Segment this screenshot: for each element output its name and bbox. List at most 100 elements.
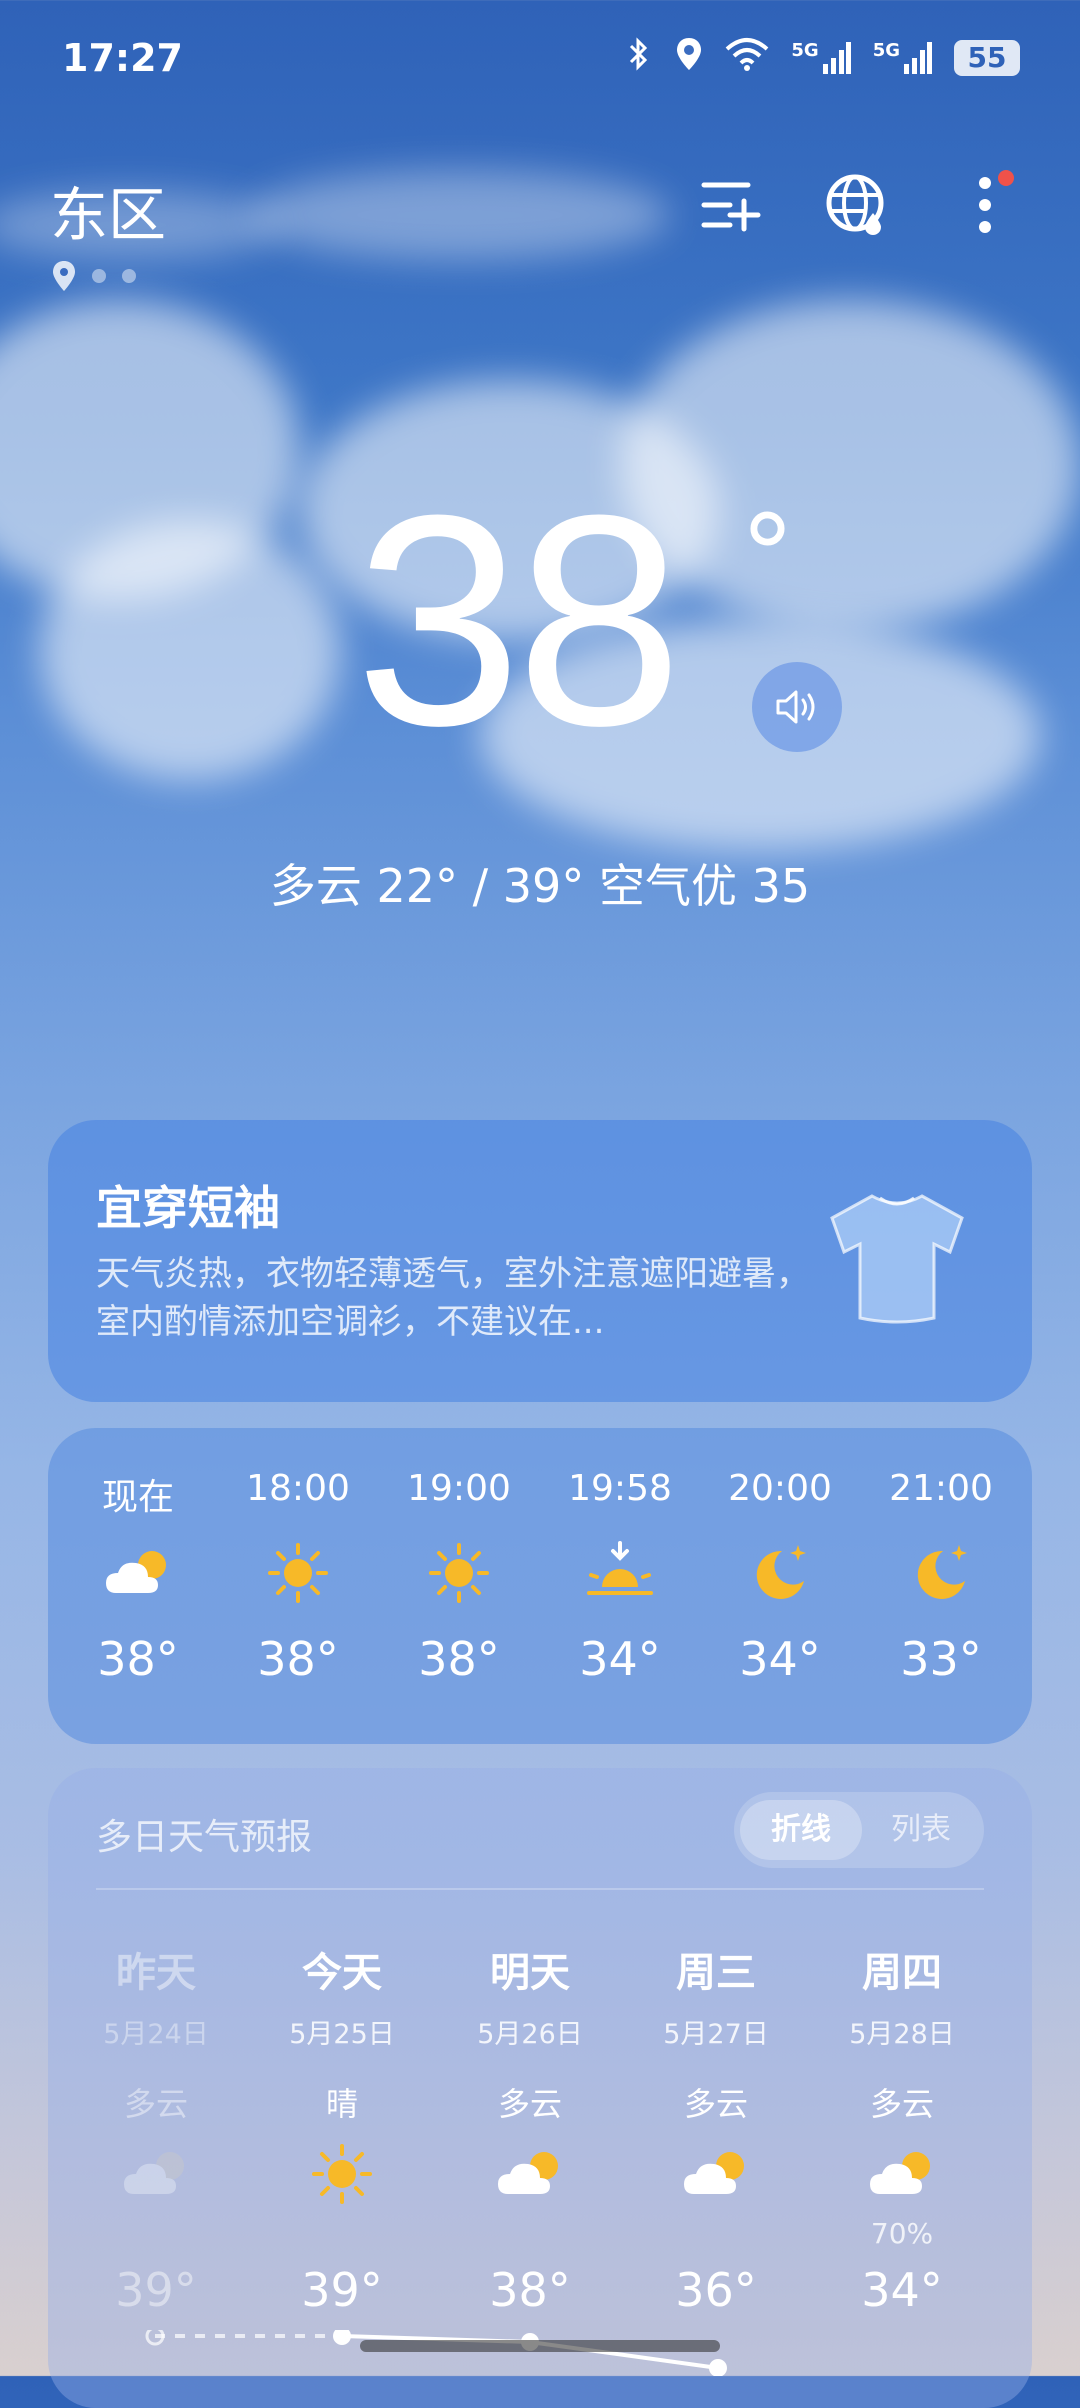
hour-time: 现在 — [101, 1477, 174, 1518]
day-condition: 多云 — [683, 2085, 748, 2123]
moon-icon — [861, 1538, 1021, 1608]
hourly-item: 现在 38° — [58, 1468, 218, 1686]
day-name: 昨天 — [116, 1950, 196, 1996]
home-indicator[interactable] — [360, 2340, 720, 2352]
hour-time: 19:58 — [568, 1468, 672, 1509]
multi-day-title: 多日天气预报 — [96, 1817, 313, 1858]
partly-cloudy-icon — [440, 2139, 620, 2209]
speaker-icon — [776, 690, 815, 724]
partly-cloudy-icon — [66, 2139, 246, 2209]
hourly-forecast-card[interactable]: 现在 38° 18:00 38° 19:00 38° 19:58 34° 20:… — [48, 1428, 1032, 1744]
globe-button[interactable] — [822, 170, 892, 240]
add-city-button[interactable] — [696, 170, 766, 240]
voice-broadcast-button[interactable] — [752, 662, 842, 752]
hour-temperature: 34° — [579, 1632, 661, 1686]
hourly-item: 20:00 34° — [700, 1468, 860, 1686]
view-toggle: 折线 列表 — [734, 1792, 984, 1868]
day-condition: 多云 — [497, 2085, 562, 2123]
current-temperature: 38 — [355, 452, 683, 788]
hour-temperature: 38° — [257, 1632, 339, 1686]
status-time: 17:27 — [62, 36, 183, 80]
day-date: 5月28日 — [849, 2019, 955, 2050]
partly-cloudy-icon — [626, 2139, 806, 2209]
hourly-item: 18:00 38° — [218, 1468, 378, 1686]
hour-time: 20:00 — [728, 1468, 832, 1509]
pager-dot — [92, 269, 106, 283]
hour-temperature: 38° — [97, 1632, 179, 1686]
day-precipitation — [252, 2217, 432, 2257]
sun-icon — [252, 2139, 432, 2209]
current-weather: 38 ° — [0, 470, 1080, 790]
day-date: 5月25日 — [289, 2019, 395, 2050]
sun-icon — [218, 1538, 378, 1608]
day-name: 明天 — [490, 1950, 570, 1996]
day-precipitation — [440, 2217, 620, 2257]
day-name: 周三 — [676, 1950, 756, 1996]
more-button[interactable] — [950, 170, 1020, 240]
current-location-icon — [53, 261, 75, 291]
divider — [96, 1888, 984, 1890]
city-pager — [52, 260, 136, 292]
outfit-title: 宜穿短袖 — [96, 1181, 280, 1235]
location-icon — [675, 36, 703, 80]
partly-cloudy-icon — [812, 2139, 992, 2209]
day-date: 5月24日 — [103, 2019, 209, 2050]
day-item[interactable]: 周四 5月28日 多云 70% 34° — [812, 1940, 992, 2317]
globe-icon — [826, 174, 884, 235]
day-item[interactable]: 明天 5月26日 多云 38° — [440, 1940, 620, 2317]
city-name[interactable]: 东区 — [50, 168, 166, 252]
header: 东区 — [0, 160, 1080, 300]
toggle-list[interactable]: 列表 — [860, 1800, 982, 1860]
hourly-item: 19:58 34° — [540, 1468, 700, 1686]
network-type-label: 5G — [791, 40, 819, 61]
more-icon — [979, 177, 991, 233]
day-temperature: 34° — [861, 2263, 943, 2317]
day-item[interactable]: 今天 5月25日 晴 39° — [252, 1940, 432, 2317]
toggle-line-chart[interactable]: 折线 — [740, 1800, 862, 1860]
moon-icon — [700, 1538, 860, 1608]
day-condition: 多云 — [123, 2085, 188, 2123]
day-condition: 晴 — [325, 2085, 358, 2123]
hour-temperature: 38° — [418, 1632, 500, 1686]
notification-badge — [998, 170, 1014, 186]
hour-time: 18:00 — [246, 1468, 350, 1509]
day-temperature: 39° — [301, 2263, 383, 2317]
outfit-description: 天气炎热，衣物轻薄透气，室外注意遮阳避暑，室内酌情添加空调衫，不建议在... — [96, 1254, 810, 1342]
status-bar: 17:27 5G 5G 55 — [0, 0, 1080, 120]
hour-temperature: 34° — [739, 1632, 821, 1686]
day-precipitation — [626, 2217, 806, 2257]
status-icons: 5G 5G 55 — [625, 36, 1020, 80]
day-item[interactable]: 周三 5月27日 多云 36° — [626, 1940, 806, 2317]
day-precipitation — [66, 2217, 246, 2257]
sunset-icon — [540, 1538, 700, 1608]
day-temperature: 36° — [675, 2263, 757, 2317]
partly-cloudy-day-icon — [58, 1538, 218, 1608]
day-name: 今天 — [302, 1950, 382, 1996]
weather-summary: 多云 22° / 39° 空气优 35 — [269, 859, 811, 913]
outfit-suggestion-card[interactable]: 宜穿短袖 天气炎热，衣物轻薄透气，室外注意遮阳避暑，室内酌情添加空调衫，不建议在… — [48, 1120, 1032, 1402]
add-city-icon — [701, 182, 761, 232]
hour-time: 19:00 — [407, 1468, 511, 1509]
multi-day-forecast-card: 多日天气预报 折线 列表 昨天 5月24日 多云 39° 今天 5月25日 晴 … — [48, 1768, 1032, 2408]
day-precipitation: 70% — [870, 2217, 934, 2250]
t-shirt-icon — [830, 1194, 964, 1324]
hour-temperature: 33° — [900, 1632, 982, 1686]
day-date: 5月26日 — [477, 2019, 583, 2050]
cellular-signal-icon-2: 5G — [873, 40, 932, 76]
hour-time: 21:00 — [889, 1468, 993, 1509]
wifi-icon — [725, 37, 769, 79]
degree-symbol: ° — [740, 491, 795, 619]
pager-dot — [122, 269, 136, 283]
day-temperature: 38° — [489, 2263, 571, 2317]
sun-icon — [379, 1538, 539, 1608]
day-date: 5月27日 — [663, 2019, 769, 2050]
cellular-signal-icon: 5G — [791, 40, 851, 76]
battery-icon: 55 — [954, 40, 1020, 76]
bluetooth-icon — [625, 37, 653, 79]
day-name: 周四 — [862, 1950, 942, 1996]
hourly-item: 21:00 33° — [861, 1468, 1021, 1686]
day-condition: 多云 — [869, 2085, 934, 2123]
network-type-label-2: 5G — [872, 40, 900, 61]
day-item[interactable]: 昨天 5月24日 多云 39° — [66, 1940, 246, 2317]
day-temperature: 39° — [115, 2263, 197, 2317]
